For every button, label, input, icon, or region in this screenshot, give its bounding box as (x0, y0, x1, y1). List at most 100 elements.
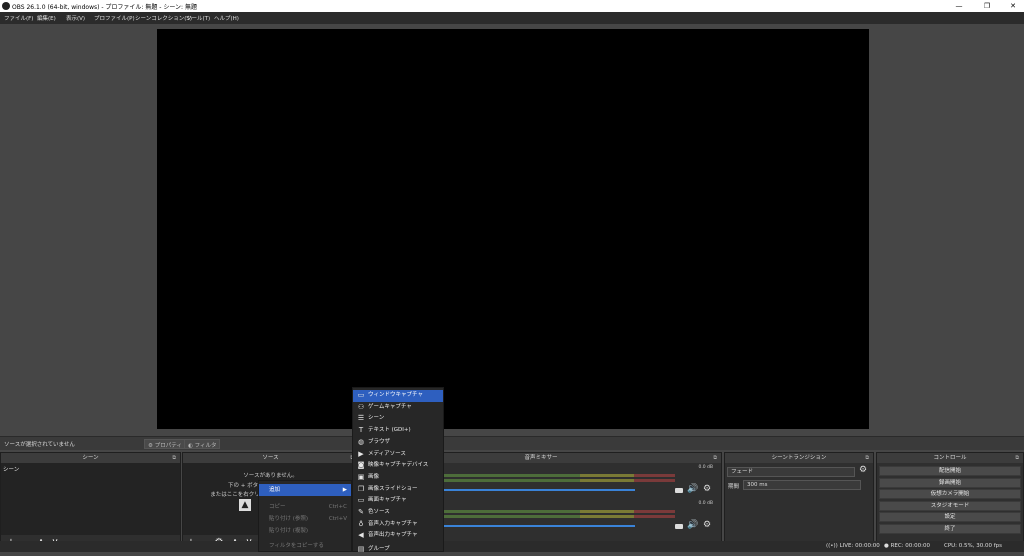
scenes-dock: シーン⧉ シーン + − ∧ ∨ (0, 452, 181, 552)
controls-title: コントロール (933, 455, 967, 461)
add-audio-output-capture[interactable]: ◀ 音声出力キャプチャ (353, 530, 443, 542)
add-display-capture-label: 画面キャプチャ (368, 497, 407, 504)
channel-1-db: 0.0 dB (698, 465, 713, 470)
menu-edit[interactable]: 編集(E) (37, 14, 56, 22)
ctx-copy-label: コピー (269, 504, 286, 510)
add-scene-label: シーン (368, 415, 385, 422)
add-color-source[interactable]: ✎ 色ソース (353, 507, 443, 519)
menu-profile[interactable]: プロファイル(P) (94, 14, 135, 22)
ctx-add-label: 追加 (269, 487, 281, 493)
start-virtual-camera-button[interactable]: 仮想カメラ開始 (879, 489, 1021, 499)
cpu-status: CPU: 0.5%, 30.00 fps (944, 543, 1003, 549)
add-video-capture-device[interactable]: ◙ 映像キャプチャデバイス (353, 460, 443, 472)
preview-canvas[interactable] (157, 29, 869, 429)
add-source-submenu: ▭ ウィンドウキャプチャ ⚇ ゲームキャプチャ ☰ シーン T テキスト (GDI+) … (352, 387, 444, 553)
rec-time: REC: 00:00:00 (890, 543, 931, 549)
add-window-capture[interactable]: ▭ ウィンドウキャプチャ (353, 390, 443, 402)
start-streaming-button[interactable]: 配信開始 (879, 466, 1021, 476)
ctx-copy-filters[interactable]: フィルタをコピーする (259, 540, 351, 552)
studio-mode-button[interactable]: スタジオモード (879, 500, 1021, 511)
ctx-paste-duplicate-label: 貼り付け (複製) (269, 528, 309, 534)
window-icon: ▭ (357, 391, 365, 399)
add-audio-input-capture[interactable]: ♁ 音声入力キャプチャ (353, 519, 443, 531)
menu-scene-collection[interactable]: シーンコレクション(S) (135, 14, 192, 22)
gear-icon[interactable]: ⚙ (703, 484, 711, 494)
add-display-capture[interactable]: ▭ 画面キャプチャ (353, 495, 443, 507)
settings-button[interactable]: 設定 (879, 512, 1021, 522)
live-status: ((•)) LIVE: 00:00:00 (826, 543, 880, 549)
rec-status: ● REC: 00:00:00 (884, 543, 931, 549)
properties-label: プロパティ (154, 443, 182, 449)
ctx-add[interactable]: 追加 ▶ (259, 484, 351, 496)
title-bar: OBS 26.1.0 (64-bit, windows) - プロファイル: 無… (0, 0, 1024, 12)
exit-button[interactable]: 終了 (879, 523, 1021, 534)
ctx-paste-reference-label: 貼り付け (参照) (269, 516, 309, 522)
transition-select[interactable]: フェード (727, 467, 855, 477)
controls-dock-title: コントロール ⧉ (877, 453, 1023, 463)
channel-1-volume-handle[interactable] (675, 488, 683, 493)
list-icon: ☰ (357, 414, 365, 423)
channel-2-volume-handle[interactable] (675, 524, 683, 529)
transitions-body: フェード ⚙ 期間 300 ms (725, 463, 873, 551)
no-sources-label: ソースがありません。 (243, 473, 298, 479)
maximize-button[interactable]: ❐ (978, 0, 996, 12)
filters-label: フィルタ (194, 443, 217, 449)
add-video-capture-device-label: 映像キャプチャデバイス (368, 462, 429, 469)
gear-icon[interactable]: ⚙ (859, 465, 867, 475)
brush-icon: ✎ (358, 508, 364, 516)
status-bar: ((•)) LIVE: 00:00:00 ● REC: 00:00:00 CPU… (0, 541, 1024, 552)
undock-icon[interactable]: ⧉ (713, 453, 717, 463)
ctx-copy-filters-label: フィルタをコピーする (269, 543, 324, 549)
add-window-capture-label: ウィンドウキャプチャ (368, 392, 423, 398)
gear-icon[interactable]: ⚙ (703, 520, 711, 530)
image-icon: ▣ (357, 472, 365, 481)
minimize-button[interactable]: — (950, 0, 968, 12)
add-image[interactable]: ▣ 画像 (353, 472, 443, 484)
add-media-source[interactable]: ▶ メディアソース (353, 449, 443, 461)
menu-view[interactable]: 表示(V) (66, 14, 85, 22)
start-recording-button[interactable]: 録画開始 (879, 477, 1021, 488)
scene-item[interactable]: シーン (3, 465, 19, 473)
channel-2-db: 0.0 dB (698, 501, 713, 506)
ctx-copy-shortcut: Ctrl+C (328, 504, 347, 510)
add-image-slideshow[interactable]: ❐ 画像スライドショー (353, 484, 443, 496)
play-icon: ▶ (358, 449, 364, 458)
add-browser[interactable]: ◍ ブラウザ (353, 437, 443, 449)
filters-button[interactable]: ◐ フィルタ (184, 439, 221, 449)
undock-icon[interactable]: ⧉ (172, 453, 176, 463)
submenu-arrow-icon: ▶ (342, 487, 347, 493)
add-group[interactable]: ▤ グループ (353, 544, 443, 556)
menu-tools[interactable]: ツール(T) (186, 14, 210, 22)
speaker-icon[interactable]: 🔊 (687, 484, 698, 494)
scene-transitions-dock: シーントランジション ⧉ フェード ⚙ 期間 300 ms (724, 452, 874, 552)
properties-button[interactable]: ⚙ プロパティ (144, 439, 186, 449)
ctx-paste-duplicate[interactable]: 貼り付け (複製) (259, 525, 351, 537)
obs-logo-icon (2, 2, 10, 10)
undock-icon[interactable]: ⧉ (1015, 453, 1019, 463)
speaker-icon: ◀ (358, 531, 364, 540)
add-scene[interactable]: ☰ シーン (353, 413, 443, 425)
mixer-title: 音声ミキサー (524, 455, 558, 461)
source-toolbar: ソースが選択されていません ⚙ プロパティ ◐ フィルタ (0, 436, 1024, 450)
transitions-title: シーントランジション (771, 455, 827, 461)
monitor-icon: ▭ (357, 496, 365, 505)
ctx-paste-reference[interactable]: 貼り付け (参照) Ctrl+V (259, 513, 351, 525)
scenes-list[interactable]: シーン (1, 463, 180, 535)
add-image-label: 画像 (368, 473, 380, 480)
add-group-label: グループ (368, 546, 390, 552)
add-game-capture[interactable]: ⚇ ゲームキャプチャ (353, 402, 443, 414)
sources-title: ソース (262, 455, 279, 461)
window-title: OBS 26.1.0 (64-bit, windows) - プロファイル: 無… (12, 4, 197, 11)
ctx-copy[interactable]: コピー Ctrl+C (259, 501, 351, 513)
live-time: LIVE: 00:00:00 (839, 543, 880, 549)
undock-icon[interactable]: ⧉ (865, 453, 869, 463)
add-audio-output-capture-label: 音声出力キャプチャ (368, 532, 418, 539)
speaker-icon[interactable]: 🔊 (687, 520, 698, 530)
menu-help[interactable]: ヘルプ(H) (214, 14, 239, 22)
add-text-gdi[interactable]: T テキスト (GDI+) (353, 425, 443, 437)
add-game-capture-label: ゲームキャプチャ (368, 403, 412, 410)
close-button[interactable]: ✕ (1004, 0, 1022, 12)
menu-file[interactable]: ファイル(F) (4, 14, 33, 22)
duration-input[interactable]: 300 ms (743, 480, 861, 490)
menu-bar: ファイル(F) 編集(E) 表示(V) プロファイル(P) シーンコレクション(… (0, 12, 1024, 24)
